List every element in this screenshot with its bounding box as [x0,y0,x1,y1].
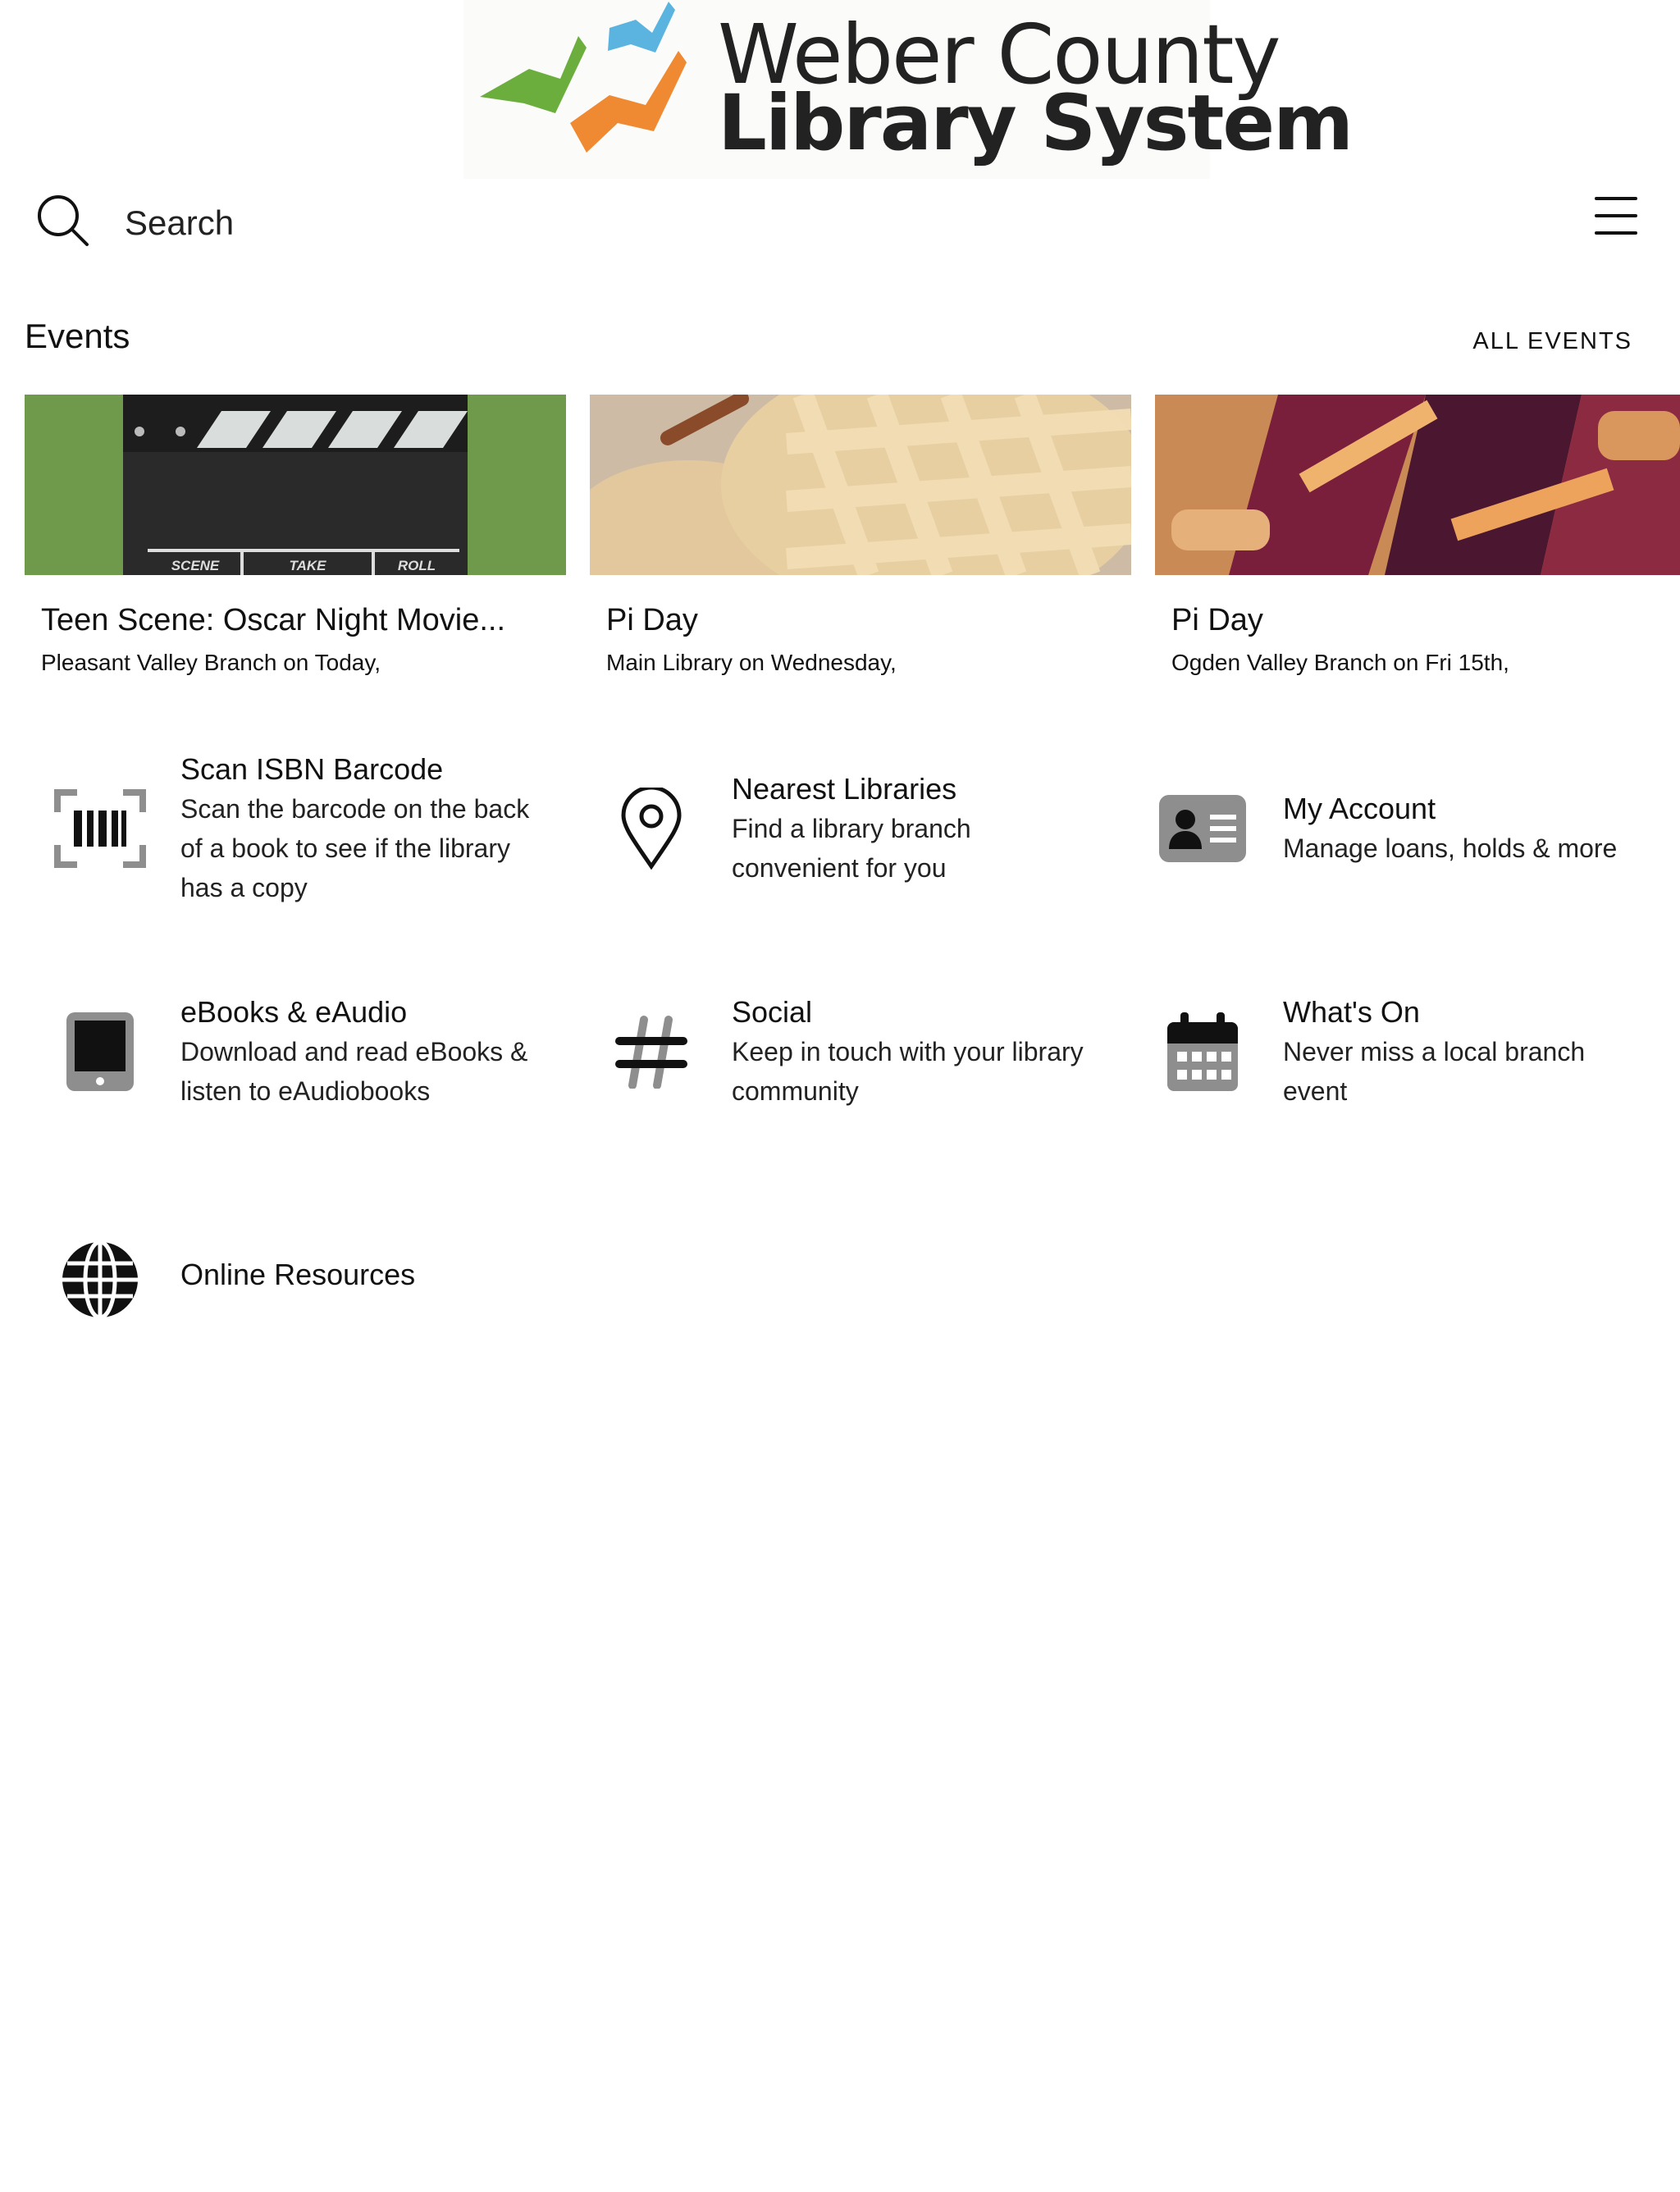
library-logo[interactable]: Weber County Library System [463,0,1354,179]
event-image-lattice-pie [590,395,1131,575]
tile-description: of a book to see if the library [180,833,510,863]
tile-description: Download and read eBooks & [180,1037,528,1066]
tile-title: eBooks & eAudio [180,995,408,1029]
logo-title-line2: Library System [718,79,1354,168]
clapper-label-roll: ROLL [398,558,436,573]
tablet-icon [51,1002,149,1101]
event-subtitle: Pleasant Valley Branch on Today, [41,650,381,675]
map-pin-icon [602,779,701,878]
event-card[interactable]: Pi Day Main Library on Wednesday, [590,395,1131,675]
tile-description: has a copy [180,873,308,902]
tile-title: Nearest Libraries [732,772,957,806]
hashtag-icon [602,1002,701,1101]
event-subtitle: Ogden Valley Branch on Fri 15th, [1171,650,1509,675]
event-image-clapperboard: SCENE TAKE ROLL [25,395,566,575]
tile-title: My Account [1283,792,1436,825]
tile-title: Scan ISBN Barcode [180,752,444,786]
tile-description: Manage loans, holds & more [1283,833,1618,863]
event-title: Teen Scene: Oscar Night Movie... [41,603,506,637]
tile-description: Find a library branch [732,814,971,843]
events-section-title: Events [25,317,130,355]
tile-description: Scan the barcode on the back [180,794,530,824]
tile-description: community [732,1076,859,1106]
clapper-label-scene: SCENE [171,558,220,573]
calendar-icon [1153,1002,1252,1101]
event-subtitle: Main Library on Wednesday, [606,650,897,675]
tile-description: listen to eAudiobooks [180,1076,431,1106]
tile-my-account[interactable]: My Account Manage loans, holds & more [1153,789,1678,970]
event-image-berry-pie [1155,395,1680,575]
clapper-label-take: TAKE [289,558,326,573]
book-logo-icon [480,2,687,153]
search-input[interactable] [123,195,783,251]
tile-description: Never miss a local branch [1283,1037,1586,1066]
barcode-scan-icon [51,779,149,878]
event-title: Pi Day [1171,603,1263,637]
tile-title: Online Resources [180,1258,416,1291]
event-title: Pi Day [606,603,698,637]
tile-nearest-libraries[interactable]: Nearest Libraries Find a library branch … [602,769,1127,950]
globe-icon [51,1231,149,1329]
tile-title: What's On [1283,995,1420,1029]
id-card-icon [1153,779,1252,878]
tile-description: Keep in touch with your library [732,1037,1084,1066]
tile-ebooks-eaudio[interactable]: eBooks & eAudio Download and read eBooks… [51,993,576,1173]
event-card[interactable]: SCENE TAKE ROLL Teen Scene: Oscar Night … [25,395,566,675]
tile-scan-isbn[interactable]: Scan ISBN Barcode Scan the barcode on th… [51,750,576,930]
tile-description: convenient for you [732,853,947,883]
tile-whats-on[interactable]: What's On Never miss a local branch even… [1153,993,1678,1173]
tile-description: event [1283,1076,1348,1106]
tile-title: Social [732,995,813,1029]
search-icon[interactable] [36,194,90,248]
all-events-link[interactable]: ALL EVENTS [1472,328,1632,355]
hamburger-menu-icon[interactable] [1595,197,1637,238]
event-card[interactable]: Pi Day Ogden Valley Branch on Fri 15th, [1155,395,1680,675]
tile-social[interactable]: Social Keep in touch with your library c… [602,993,1127,1173]
tile-online-resources[interactable]: Online Resources [51,1231,576,1411]
